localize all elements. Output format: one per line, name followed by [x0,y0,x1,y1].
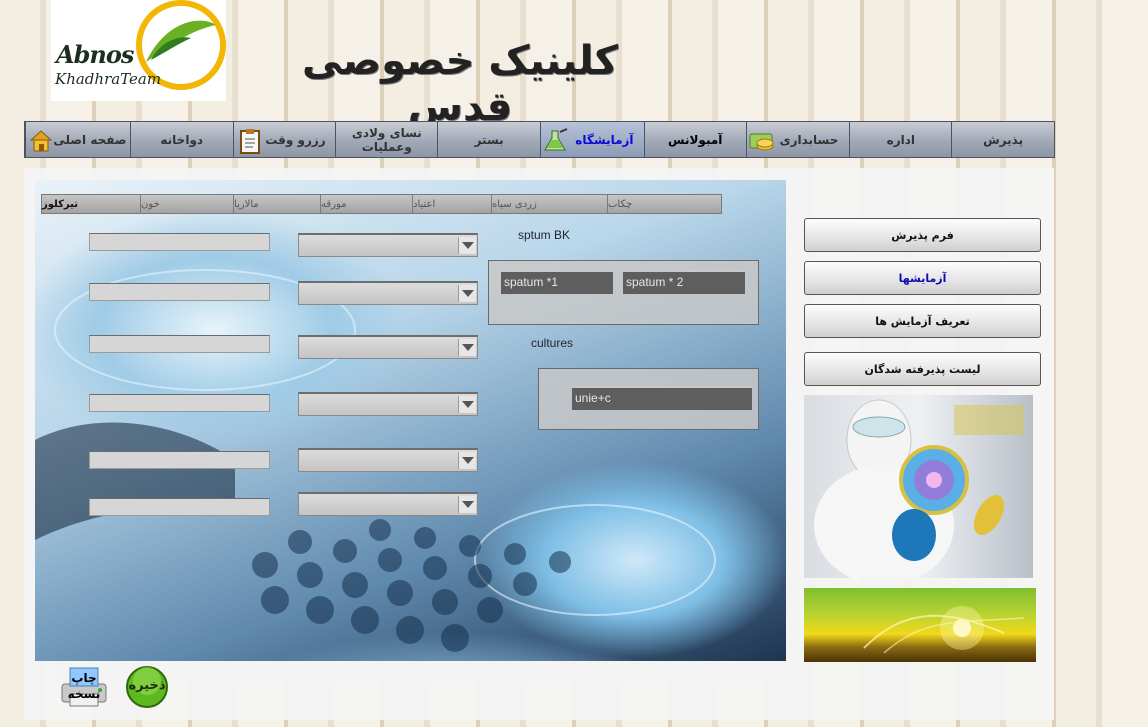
tab-label: زردی سیاه [492,198,537,210]
chevron-down-icon [458,285,476,302]
clipboard-icon [238,128,262,154]
nav-label: پذیرش [983,132,1024,147]
nav-label: آمبولانس [668,132,723,147]
nav-pharmacy[interactable]: دواخانه [129,122,233,157]
chevron-down-icon [458,237,476,254]
chevron-down-icon [458,452,476,469]
site-title: کلینیک خصوصی قدس [302,38,618,130]
cultures-title: cultures [531,336,574,350]
home-icon [29,128,54,152]
nav-accounting[interactable]: حسابداری [745,122,850,157]
logo-text: Abnos [56,40,134,69]
save-label: ذخیره [128,678,166,693]
nav-ambulance[interactable]: آمبولانس [643,122,746,157]
tab-addiction[interactable]: اعتیاد [412,195,491,213]
tests-button[interactable]: آزمایشها [804,261,1041,295]
print-button[interactable]: چاپ نسخه [58,666,110,708]
sputum-field-1[interactable]: spatum *1 [501,270,613,294]
flask-icon [544,128,569,152]
result-input-3[interactable] [89,335,270,353]
nav-inpatient[interactable]: بستر [437,122,541,157]
result-input-4[interactable] [89,394,270,412]
coins-icon [749,128,775,152]
nav-label: نسای ولادی وعملیات [351,125,422,154]
nav-label: دواخانه [160,132,204,147]
nav-appointment[interactable]: رزرو وقت [232,122,336,157]
sputum-field-2[interactable]: spatum * 2 [623,270,745,294]
save-button[interactable]: ذخیره [123,666,171,708]
tab-label: مورقه [321,198,347,210]
logo: Abnos KhadhraTeam [51,0,226,101]
test-select-6[interactable] [298,492,478,516]
nav-maternity[interactable]: نسای ولادی وعملیات [335,122,438,157]
result-input-6[interactable] [89,498,270,516]
nav-laboratory[interactable]: آزمایشگاه [540,122,644,157]
tab-label: اعتیاد [413,198,436,210]
tab-malaria[interactable]: مالاریا [233,195,320,213]
test-select-4[interactable] [298,392,478,416]
tab-checkup[interactable]: چکاب [607,195,721,213]
tab-label: خون [141,198,160,210]
result-input-1[interactable] [89,233,270,251]
nav-label: بستر [474,132,504,147]
print-label: چاپ نسخه [67,671,101,701]
result-input-2[interactable] [89,283,270,301]
reception-form-button[interactable]: فرم پذیرش [804,218,1041,252]
test-select-3[interactable] [298,335,478,359]
test-select-5[interactable] [298,448,478,472]
test-select-2[interactable] [298,281,478,305]
result-input-5[interactable] [89,451,270,469]
nav-home[interactable]: صفحه اصلی [25,122,130,157]
lab-test-tabs: چکاب زردی سیاه اعتیاد مورقه مالاریا خون … [41,194,722,214]
cultures-field[interactable]: unie+c [572,386,752,410]
tab-label: تیرکلوز [42,198,78,210]
admitted-list-button[interactable]: لیست پذیرفته شدگان [804,352,1041,386]
test-select-1[interactable] [298,233,478,257]
tab-label: مالاریا [234,198,259,210]
nav-administration[interactable]: اداره [849,122,952,157]
tab-jaundice[interactable]: زردی سیاه [491,195,607,213]
tab-stool[interactable]: مورقه [320,195,412,213]
logo-subtext: KhadhraTeam [55,70,162,88]
nav-label: اداره [886,132,915,147]
nav-reception[interactable]: پذیرش [951,122,1054,157]
tab-blood[interactable]: خون [140,195,233,213]
define-tests-button[interactable]: تعریف آزمایش ها [804,304,1041,338]
tab-label: چکاب [608,198,633,210]
scientist-image [804,395,1033,578]
main-nav: پذیرش اداره حسابداری آمبولانس آزمایشگاه … [24,121,1055,158]
chevron-down-icon [458,339,476,356]
chevron-down-icon [458,396,476,413]
tab-tuberculosis[interactable]: تیرکلوز [42,195,140,213]
decorative-banner-image [804,588,1036,662]
chevron-down-icon [458,496,476,513]
sputum-title: sptum BK [518,228,571,242]
